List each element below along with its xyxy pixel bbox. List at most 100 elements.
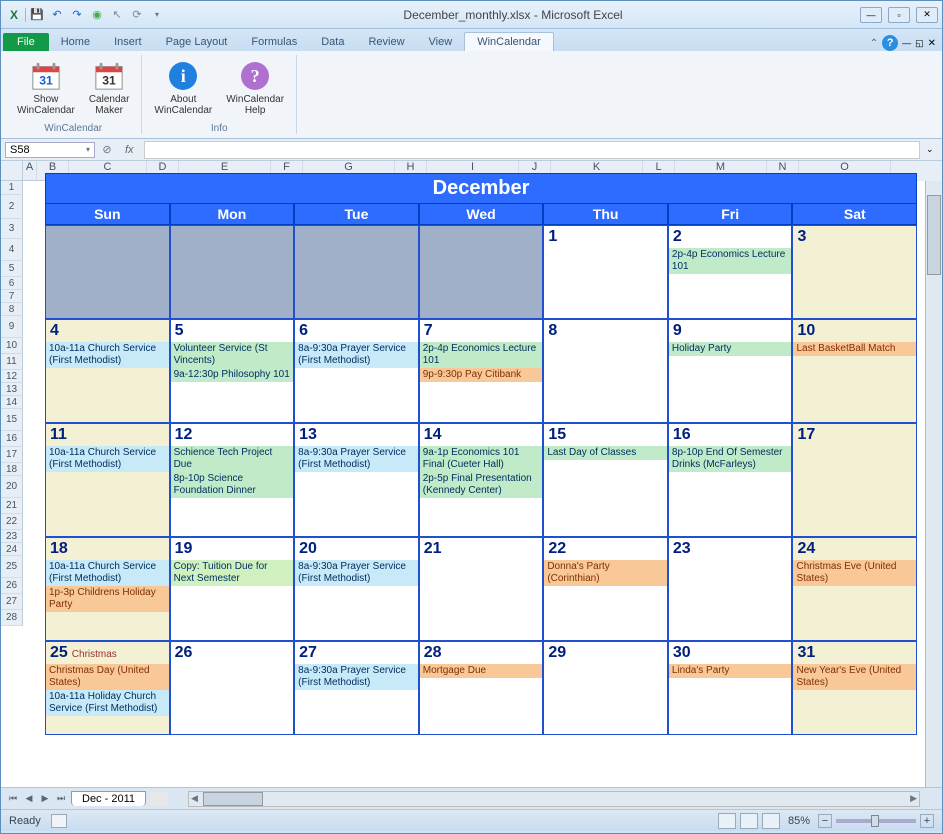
help-icon[interactable]: ? [882, 35, 898, 51]
cal-event[interactable]: Christmas Eve (United States) [793, 560, 916, 586]
row-header-21[interactable]: 21 [1, 498, 23, 514]
tab-nav-next-icon[interactable]: ▶ [37, 791, 53, 807]
cal-cell-21[interactable]: 21 [419, 537, 544, 641]
cal-event[interactable]: 9a-12:30p Philosophy 101 [171, 368, 294, 382]
cal-cell-22[interactable]: 22Donna's Party (Corinthian) [543, 537, 668, 641]
row-header-11[interactable]: 11 [1, 354, 23, 370]
ribbon-tab-data[interactable]: Data [309, 33, 356, 51]
namebox-dropdown-icon[interactable]: ▾ [86, 145, 90, 154]
normal-view-button[interactable] [718, 813, 736, 829]
cal-cell-blank[interactable] [419, 225, 544, 319]
row-header-17[interactable]: 17 [1, 447, 23, 463]
cal-event[interactable]: Donna's Party (Corinthian) [544, 560, 667, 586]
macro-record-icon[interactable] [51, 814, 67, 828]
cal-event[interactable]: 8p-10p Science Foundation Dinner [171, 472, 294, 498]
cal-cell-14[interactable]: 149a-1p Economics 101 Final (Cueter Hall… [419, 423, 544, 537]
close-button[interactable]: ✕ [916, 7, 938, 23]
row-header-26[interactable]: 26 [1, 578, 23, 594]
ribbon-btn-show-wincalendar[interactable]: 31ShowWinCalendar [13, 55, 79, 121]
cal-cell-4[interactable]: 410a-11a Church Service (First Methodist… [45, 319, 170, 423]
row-header-2[interactable]: 2 [1, 195, 23, 219]
row-header-18[interactable]: 18 [1, 463, 23, 476]
cal-event[interactable]: 8a-9:30a Prayer Service (First Methodist… [295, 446, 418, 472]
wb-minimize-icon[interactable]: — [902, 38, 911, 48]
row-header-8[interactable]: 8 [1, 303, 23, 316]
pointer-icon[interactable]: ↖ [108, 6, 126, 24]
formula-expand-icon[interactable]: ⌄ [926, 144, 938, 156]
row-header-27[interactable]: 27 [1, 594, 23, 610]
ribbon-btn-calendar-maker[interactable]: 31CalendarMaker [85, 55, 134, 121]
cal-event[interactable]: 2p-4p Economics Lecture 101 [669, 248, 792, 274]
cal-cell-25[interactable]: 25ChristmasChristmas Day (United States)… [45, 641, 170, 735]
cal-cell-blank[interactable] [170, 225, 295, 319]
qat-customize-icon[interactable]: ▾ [148, 6, 166, 24]
undo-icon[interactable]: ↶ [48, 6, 66, 24]
cal-event[interactable]: New Year's Eve (United States) [793, 664, 916, 690]
cal-cell-28[interactable]: 28Mortgage Due [419, 641, 544, 735]
cal-cell-16[interactable]: 168p-10p End Of Semester Drinks (McFarle… [668, 423, 793, 537]
sheet-tab-active[interactable]: Dec - 2011 [71, 791, 146, 806]
redo-icon[interactable]: ↷ [68, 6, 86, 24]
row-header-24[interactable]: 24 [1, 543, 23, 556]
cal-cell-27[interactable]: 278a-9:30a Prayer Service (First Methodi… [294, 641, 419, 735]
sync-icon[interactable]: ⟳ [128, 6, 146, 24]
cal-event[interactable]: Last BasketBall Match [793, 342, 916, 356]
cal-cell-12[interactable]: 12Schience Tech Project Due8p-10p Scienc… [170, 423, 295, 537]
row-header-10[interactable]: 10 [1, 338, 23, 354]
col-header-A[interactable]: A [23, 161, 37, 181]
ribbon-minimize-icon[interactable]: ⌃ [870, 38, 878, 49]
row-header-28[interactable]: 28 [1, 610, 23, 626]
ribbon-tab-wincalendar[interactable]: WinCalendar [464, 32, 554, 51]
name-box[interactable]: S58 ▾ [5, 142, 95, 158]
zoom-in-button[interactable]: + [920, 814, 934, 828]
wb-close-icon[interactable]: ✕ [928, 38, 936, 49]
cal-event[interactable]: Linda's Party [669, 664, 792, 678]
cal-cell-10[interactable]: 10Last BasketBall Match [792, 319, 917, 423]
ribbon-tab-page-layout[interactable]: Page Layout [154, 33, 240, 51]
tab-nav-prev-icon[interactable]: ◀ [21, 791, 37, 807]
file-tab[interactable]: File [3, 33, 49, 51]
row-header-20[interactable]: 20 [1, 476, 23, 498]
row-header-9[interactable]: 9 [1, 316, 23, 338]
cal-cell-29[interactable]: 29 [543, 641, 668, 735]
cal-event[interactable]: Volunteer Service (St Vincents) [171, 342, 294, 368]
cal-event[interactable]: Last Day of Classes [544, 446, 667, 460]
wb-restore-icon[interactable]: ◱ [915, 38, 924, 49]
zoom-slider[interactable] [836, 819, 916, 823]
page-break-view-button[interactable] [762, 813, 780, 829]
page-layout-view-button[interactable] [740, 813, 758, 829]
cal-event[interactable]: 10a-11a Holiday Church Service (First Me… [46, 690, 169, 716]
minimize-button[interactable]: — [860, 7, 882, 23]
cal-cell-7[interactable]: 72p-4p Economics Lecture 1019p-9:30p Pay… [419, 319, 544, 423]
horizontal-scrollbar[interactable]: ◀ ▶ [188, 791, 920, 807]
cal-cell-24[interactable]: 24Christmas Eve (United States) [792, 537, 917, 641]
cal-cell-8[interactable]: 8 [543, 319, 668, 423]
cal-event[interactable]: 8a-9:30a Prayer Service (First Methodist… [295, 342, 418, 368]
cal-cell-31[interactable]: 31New Year's Eve (United States) [792, 641, 917, 735]
ribbon-tab-home[interactable]: Home [49, 33, 102, 51]
row-header-12[interactable]: 12 [1, 370, 23, 383]
cal-event[interactable]: 1p-3p Childrens Holiday Party [46, 586, 169, 612]
cal-cell-18[interactable]: 1810a-11a Church Service (First Methodis… [45, 537, 170, 641]
worksheet-grid[interactable]: 1234567891011121314151617182021222324252… [1, 161, 942, 787]
cal-cell-19[interactable]: 19Copy: Tuition Due for Next Semester [170, 537, 295, 641]
cal-cell-11[interactable]: 1110a-11a Church Service (First Methodis… [45, 423, 170, 537]
cal-event[interactable]: 8a-9:30a Prayer Service (First Methodist… [295, 560, 418, 586]
cal-event[interactable]: 9p-9:30p Pay Citibank [420, 368, 543, 382]
vertical-scrollbar[interactable] [925, 181, 942, 787]
ribbon-tab-formulas[interactable]: Formulas [239, 33, 309, 51]
cal-cell-blank[interactable] [294, 225, 419, 319]
row-header-13[interactable]: 13 [1, 383, 23, 396]
select-all-corner[interactable] [1, 161, 23, 181]
cal-event[interactable]: Holiday Party [669, 342, 792, 356]
cal-cell-blank[interactable] [45, 225, 170, 319]
ribbon-tab-review[interactable]: Review [356, 33, 416, 51]
row-header-5[interactable]: 5 [1, 261, 23, 277]
cal-cell-1[interactable]: 1 [543, 225, 668, 319]
cal-cell-3[interactable]: 3 [792, 225, 917, 319]
maximize-button[interactable]: ▫ [888, 7, 910, 23]
ribbon-btn-about-wincalendar[interactable]: iAboutWinCalendar [150, 55, 216, 121]
ribbon-btn-wincalendar-help[interactable]: ?WinCalendarHelp [222, 55, 288, 121]
cal-event[interactable]: Schience Tech Project Due [171, 446, 294, 472]
ribbon-tab-view[interactable]: View [417, 33, 465, 51]
